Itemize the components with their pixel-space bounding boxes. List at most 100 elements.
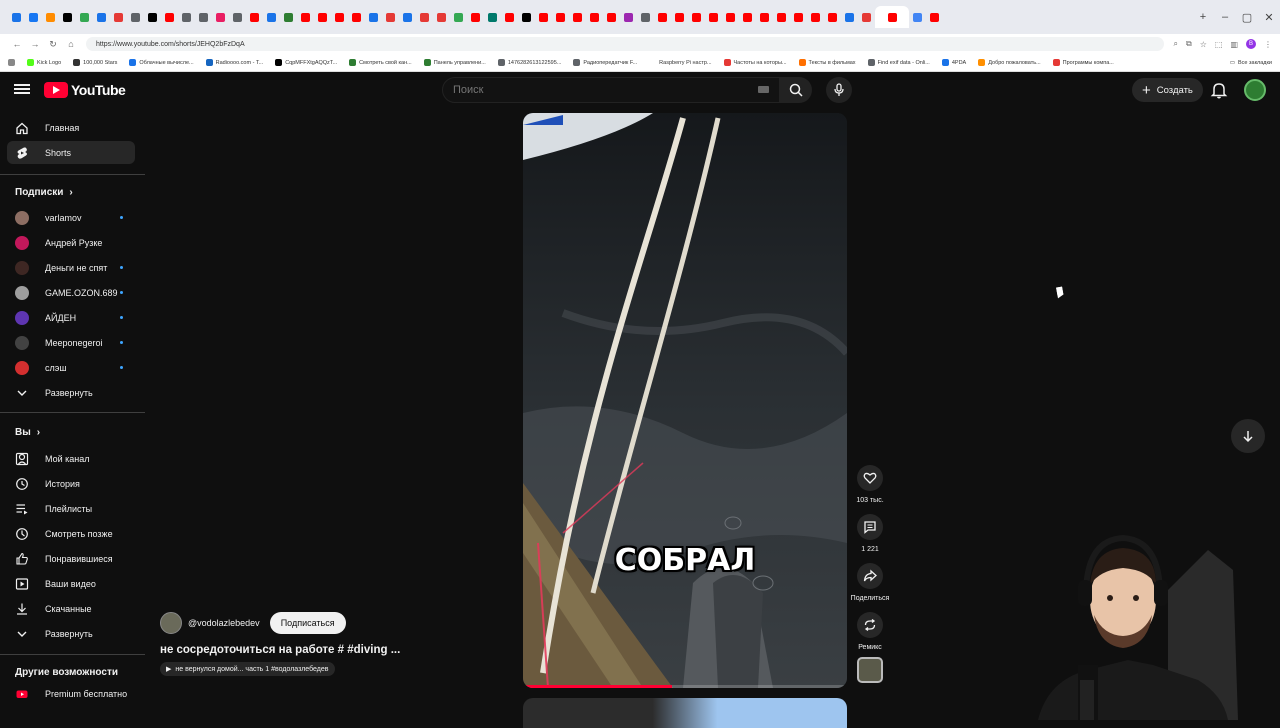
minimize-button[interactable]: – — [1214, 11, 1236, 23]
bookmark-item[interactable]: Kick Logo — [27, 59, 61, 66]
subscription-item[interactable]: Андрей Рузке — [7, 231, 135, 254]
hamburger-menu-icon[interactable] — [14, 82, 30, 98]
close-window-button[interactable]: ✕ — [1258, 11, 1280, 24]
browser-tab[interactable] — [688, 6, 705, 28]
channel-avatar[interactable] — [160, 612, 182, 634]
account-avatar[interactable] — [1244, 79, 1266, 101]
browser-tab[interactable] — [467, 6, 484, 28]
browser-tab[interactable] — [314, 6, 331, 28]
sidebar-item-playlists[interactable]: Плейлисты — [7, 497, 135, 520]
remix-button[interactable]: Ремикс — [848, 612, 892, 651]
browser-tab[interactable] — [807, 6, 824, 28]
comments-button[interactable]: 1 221 — [848, 514, 892, 553]
browser-tab[interactable] — [399, 6, 416, 28]
browser-tab[interactable] — [178, 6, 195, 28]
subscription-item[interactable]: GAME.OZON.689 — [7, 281, 135, 304]
extensions-icon[interactable]: ⬚ — [1215, 40, 1223, 49]
browser-tab[interactable] — [739, 6, 756, 28]
bookmark-item[interactable]: 100,000 Stars — [73, 59, 117, 66]
browser-tab[interactable] — [348, 6, 365, 28]
subscription-item[interactable]: АЙДЕН — [7, 306, 135, 329]
browser-tab[interactable] — [654, 6, 671, 28]
browser-tab[interactable] — [790, 6, 807, 28]
forward-button[interactable]: → — [26, 39, 44, 49]
like-button[interactable]: 103 тыс. — [848, 465, 892, 504]
bookmark-item[interactable]: CqpMFFXtgAQQzT... — [275, 59, 337, 66]
browser-tab[interactable] — [25, 6, 42, 28]
browser-tab[interactable] — [161, 6, 178, 28]
zoom-icon[interactable]: ⌕ — [1174, 39, 1178, 49]
bookmark-item[interactable]: Радиопередатчик F... — [573, 59, 637, 66]
browser-tab[interactable] — [110, 6, 127, 28]
browser-tab[interactable] — [586, 6, 603, 28]
browser-tab[interactable] — [841, 6, 858, 28]
browser-tab[interactable] — [212, 6, 229, 28]
browser-tab[interactable] — [433, 6, 450, 28]
voice-search-button[interactable] — [826, 77, 852, 103]
sidebar-item-channel[interactable]: Мой канал — [7, 447, 135, 470]
channel-name[interactable]: @vodolazlebedev — [188, 618, 260, 628]
maximize-button[interactable]: ▢ — [1236, 11, 1258, 24]
browser-menu-icon[interactable]: ⋮ — [1264, 40, 1272, 49]
browser-tab[interactable] — [875, 6, 909, 28]
browser-tab[interactable] — [858, 6, 875, 28]
browser-tab[interactable] — [280, 6, 297, 28]
create-button[interactable]: + Создать — [1132, 78, 1203, 102]
browser-tab[interactable] — [518, 6, 535, 28]
browser-tab[interactable] — [824, 6, 841, 28]
browser-tab[interactable] — [450, 6, 467, 28]
browser-tab[interactable] — [127, 6, 144, 28]
browser-tab[interactable] — [773, 6, 790, 28]
browser-tab[interactable] — [722, 6, 739, 28]
playlist-chip[interactable]: ▶ не вернулся домой... часть 1 #водолазл… — [160, 662, 335, 676]
browser-tab[interactable] — [756, 6, 773, 28]
browser-tab[interactable] — [620, 6, 637, 28]
sidebar-item-shorts[interactable]: Shorts — [7, 141, 135, 164]
browser-tab[interactable] — [42, 6, 59, 28]
reload-button[interactable]: ↻ — [44, 39, 62, 50]
browser-tab[interactable] — [603, 6, 620, 28]
bookmark-item[interactable]: Radioooo.com - T... — [205, 59, 263, 66]
browser-tab[interactable] — [246, 6, 263, 28]
url-field[interactable]: https://www.youtube.com/shorts/JEHQ2bFzD… — [86, 37, 1164, 51]
browser-tab[interactable] — [76, 6, 93, 28]
search-button[interactable] — [780, 77, 812, 103]
browser-tab[interactable] — [926, 6, 943, 28]
shorts-video-player[interactable]: СОБРАЛ — [523, 113, 847, 688]
bookmark-item[interactable]: Программы компа... — [1052, 59, 1114, 66]
bookmark-item[interactable]: Частоты на которы... — [723, 59, 787, 66]
apps-icon[interactable] — [8, 59, 15, 66]
sidebar-item-your-videos[interactable]: Ваши видео — [7, 572, 135, 595]
browser-tab[interactable] — [416, 6, 433, 28]
you-heading[interactable]: Вы › — [15, 427, 40, 438]
next-short-preview[interactable] — [523, 698, 847, 728]
bookmark-item[interactable]: 4PDA — [941, 59, 966, 66]
video-title[interactable]: не сосредоточиться на работе # #diving .… — [160, 644, 400, 656]
browser-tab[interactable] — [144, 6, 161, 28]
sidebar-item-like[interactable]: Понравившиеся — [7, 547, 135, 570]
bookmark-item[interactable]: Find exif data - Onli... — [867, 59, 930, 66]
bookmark-item[interactable]: 1476282613122595... — [497, 59, 561, 66]
sound-thumbnail[interactable] — [857, 657, 883, 683]
subscription-item[interactable]: слэш — [7, 356, 135, 379]
subscription-item[interactable]: Meeponegeroi — [7, 331, 135, 354]
new-tab-button[interactable]: + — [1192, 11, 1214, 23]
all-bookmarks-button[interactable]: ▭ Все закладки — [1223, 54, 1272, 71]
subscribe-button[interactable]: Подписаться — [269, 612, 346, 634]
browser-tab[interactable] — [637, 6, 654, 28]
browser-tab[interactable] — [297, 6, 314, 28]
keyboard-icon[interactable] — [758, 86, 769, 93]
browser-tab[interactable] — [195, 6, 212, 28]
browser-tab[interactable] — [229, 6, 246, 28]
share-button[interactable]: Поделиться — [848, 563, 892, 602]
browser-tab[interactable] — [382, 6, 399, 28]
notifications-bell-icon[interactable] — [1210, 81, 1228, 99]
subscription-item[interactable]: varlamov — [7, 206, 135, 229]
browser-tab[interactable] — [909, 6, 926, 28]
youtube-logo[interactable]: YouTube — [44, 82, 126, 98]
sidebar-item-home[interactable]: Главная — [7, 116, 135, 139]
browser-tab[interactable] — [552, 6, 569, 28]
back-button[interactable]: ← — [8, 39, 26, 49]
star-icon[interactable]: ☆ — [1200, 40, 1207, 49]
subscription-item[interactable]: Деньги не спят — [7, 256, 135, 279]
